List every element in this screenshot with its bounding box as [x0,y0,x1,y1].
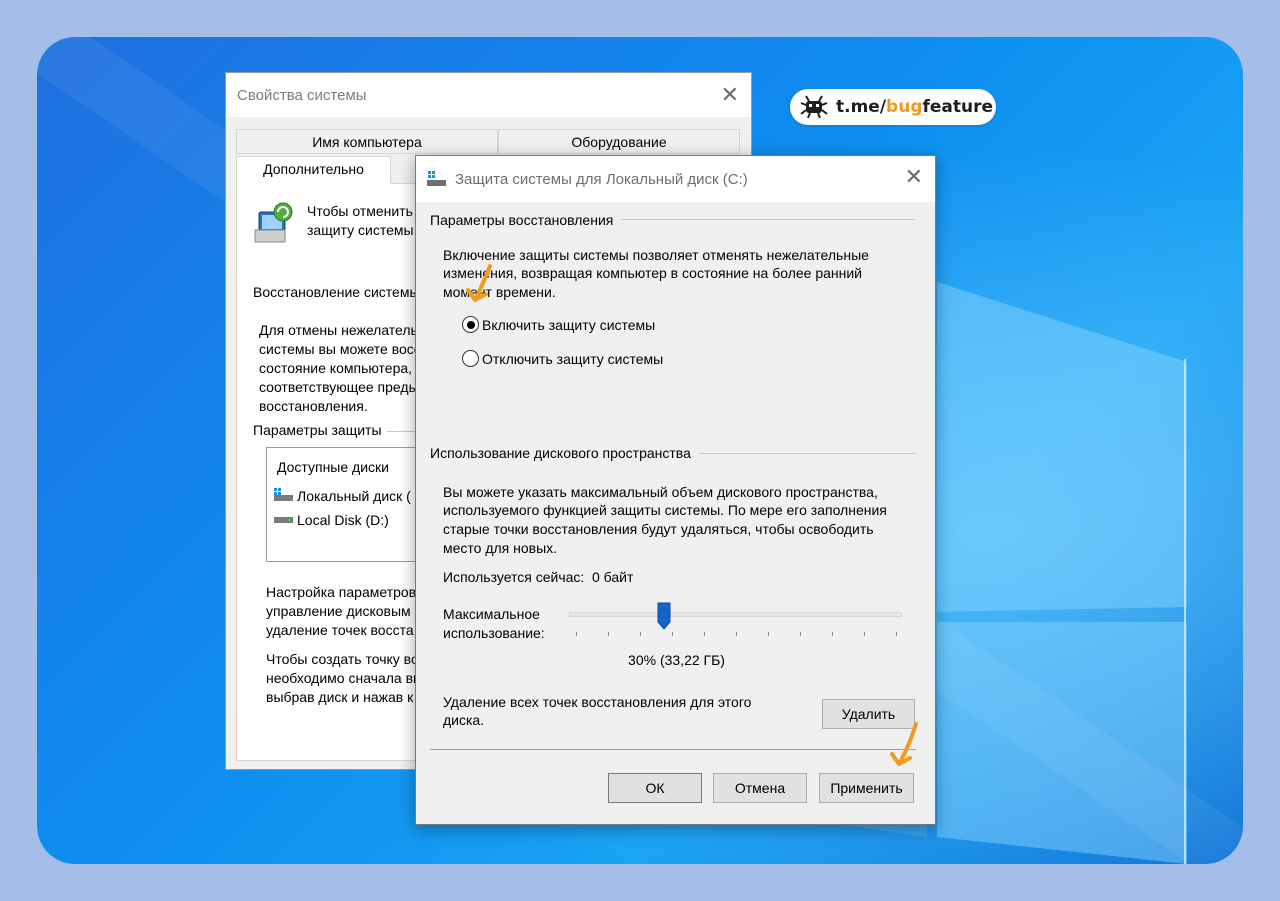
restore-heading: Восстановление системы [253,284,420,300]
restore-desc-line: изменения, возвращая компьютер в состоян… [443,265,863,281]
system-drive-icon [427,171,446,186]
slider-tick [736,632,737,636]
header-text-line-1: Чтобы отменить [307,203,413,219]
config-desc-line: удаление точек восста [266,622,414,638]
tab-computer-name[interactable]: Имя компьютера [236,129,498,154]
config-desc-line: Настройка параметров [266,584,417,600]
protection-heading: Параметры защиты [253,422,382,438]
dialog-separator [430,749,916,750]
disable-protection-radio[interactable] [462,350,479,367]
create-desc-line: выбрав диск и нажав к [266,689,414,705]
current-usage-value: 0 байт [592,569,634,585]
restore-desc-line: Включение защиты системы позволяет отмен… [443,247,869,263]
current-usage-label: Используется сейчас: [443,569,585,585]
system-drive-icon [274,488,293,501]
close-icon[interactable]: ✕ [721,83,739,108]
drive-icon [274,517,293,523]
disable-protection-label[interactable]: Отключить защиту системы [482,350,663,369]
disk-desc-line: старые точки восстановления будут удалят… [443,521,874,537]
close-icon[interactable]: ✕ [905,165,923,190]
slider-tick [640,632,641,636]
disk-desc-line: используемого функцией защиты системы. П… [443,502,887,518]
ok-button[interactable]: ОК [608,773,702,803]
available-disks-list[interactable]: Доступные диски Локальный диск ( Local D… [266,447,426,562]
slider-tick [896,632,897,636]
telegram-badge[interactable]: t.me/bug feature [790,89,996,125]
restore-desc-line: восстановления. [259,398,368,414]
max-usage-label: Максимальное [443,606,540,622]
tab-advanced[interactable]: Дополнительно [236,156,391,184]
dialog-titlebar: Защита системы для Локальный диск (C:) ✕ [416,156,935,202]
config-desc-line: управление дисковым [266,603,411,619]
disk-desc-line: Вы можете указать максимальный объем дис… [443,484,878,500]
tab-hardware[interactable]: Оборудование [498,129,740,154]
enable-protection-radio[interactable] [462,316,479,333]
cancel-button[interactable]: Отмена [713,773,807,803]
header-text-line-2: защиту системы [307,222,414,238]
disk-item-d[interactable]: Local Disk (D:) [297,511,389,530]
create-desc-line: необходимо сначала вк [266,670,420,686]
max-usage-slider[interactable] [569,612,902,617]
slider-tick [608,632,609,636]
create-desc-line: Чтобы создать точку во [266,651,419,667]
computer-restore-icon [254,202,293,243]
badge-text-suffix: feature [922,97,994,117]
disk-usage-group-title: Использование дискового пространства [430,445,699,461]
restore-group-title: Параметры восстановления [430,212,622,228]
enable-protection-label[interactable]: Включить защиту системы [482,316,655,335]
slider-value-text: 30% (33,22 ГБ) [628,652,725,668]
slider-tick [768,632,769,636]
dialog-title: Защита системы для Локальный диск (C:) [455,170,748,188]
restore-desc-line: системы вы можете восс [259,341,421,357]
delete-desc-line: Удаление всех точек восстановления для э… [443,694,752,710]
disk-item-c[interactable]: Локальный диск ( [297,487,411,506]
disks-column-header: Доступные диски [277,459,389,475]
slider-tick [864,632,865,636]
max-usage-label: использование: [443,625,545,641]
annotation-arrow-icon [466,264,492,302]
system-properties-titlebar: Свойства системы ✕ [226,73,751,117]
restore-desc-line: соответствующее преды [259,379,419,395]
apply-button[interactable]: Применить [819,773,914,803]
window-title: Свойства системы [237,86,367,104]
restore-desc-line: состояние компьютера, [259,360,413,376]
annotation-arrow-icon [890,722,918,766]
slider-tick [672,632,673,636]
system-protection-dialog: Защита системы для Локальный диск (C:) ✕… [415,155,936,825]
slider-tick [576,632,577,636]
slider-tick [832,632,833,636]
disk-desc-line: место для новых. [443,540,558,556]
restore-desc-line: Для отмены нежелатель [259,322,418,338]
delete-desc-line: диска. [443,712,485,728]
badge-text-prefix: t.me/ [836,97,887,117]
badge-text-accent: bug [886,97,923,117]
slider-tick [704,632,705,636]
slider-thumb[interactable] [657,602,671,630]
slider-tick [800,632,801,636]
bug-icon [800,95,828,119]
